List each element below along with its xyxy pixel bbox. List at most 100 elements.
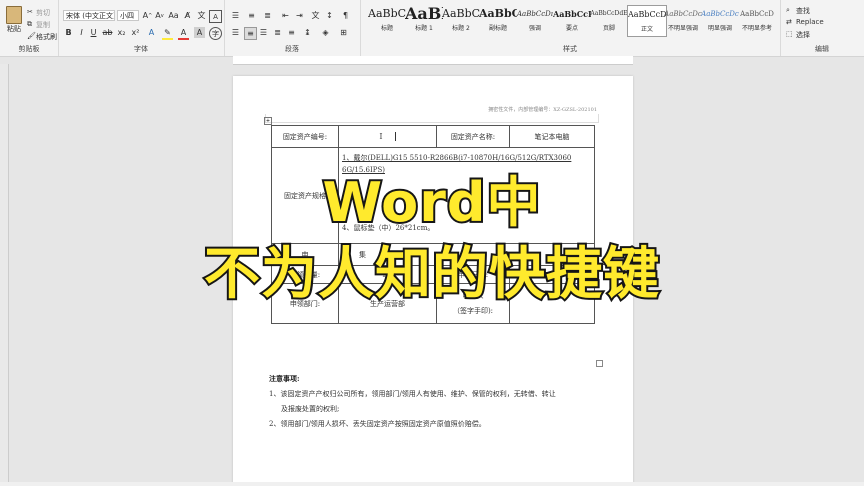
style-item[interactable]: AaBbC 标题 2 [442,5,480,35]
note-line-2: 及报废处置的权利; [281,405,340,413]
header-note: 拥密性文件，内部管理编号：XZ-GZSL-202101 [488,107,597,113]
notes-title: 注意事项: [269,374,300,383]
numbering-icon[interactable]: ≡ [246,10,257,21]
style-item[interactable]: AaBbCcD 不明显参考 [738,5,776,35]
subscript-icon[interactable]: x₂ [116,27,127,38]
format-painter-icon: 🖌 [27,32,36,40]
table-move-handle-icon[interactable]: + [264,117,272,125]
shading-icon[interactable]: ◈ [320,27,331,38]
editing-group-label: 编辑 [815,45,829,53]
grow-font-icon[interactable]: A ^ [142,10,153,21]
asset-no-label: 固定资产编号: [271,125,339,148]
show-marks-icon[interactable]: ¶ [340,10,351,21]
cut-label: 剪切 [36,9,50,17]
copy-icon: ⧉ [27,20,32,28]
align-center-icon[interactable]: ≡ [244,27,257,40]
align-left-icon[interactable]: ☰ [230,27,241,38]
spec-line-1: 1、戴尔(DELL)G15 5510-R2866B(i7-10870H/16G/… [342,154,572,162]
highlight-icon[interactable]: ✎ [162,27,173,40]
distribute-icon[interactable]: ≡ [286,27,297,38]
style-item[interactable]: AaBbC 标题 [368,5,406,35]
horizontal-ruler[interactable] [233,56,633,65]
text-effects-icon[interactable]: A [146,27,157,38]
align-right-icon[interactable]: ☰ [258,27,269,38]
copy-label: 复制 [36,21,50,29]
strikethrough-icon[interactable]: ab [102,27,113,38]
search-icon: ⌕ [786,6,790,14]
style-preview: AaBbC [442,7,480,20]
clipboard-group-label: 剪贴板 [18,45,40,53]
font-name-select[interactable]: 宋体 (中文正文) [63,10,115,21]
enclose-char-icon[interactable]: 字 [209,27,222,40]
cut-icon: ✂ [27,8,33,16]
style-name: 标题 2 [452,25,470,32]
char-shading-icon[interactable]: A [194,27,205,38]
bold-icon[interactable]: B [63,27,74,38]
underline-icon[interactable]: U [88,27,99,38]
font-size-select[interactable]: 小四 [117,10,139,21]
asset-no-cell[interactable]: I [338,125,437,148]
paragraph-group: ☰ ≡ ≣ ⇤ ⇥ 文 ↕ ¶ ☰ ≡ ☰ ≣ ≡ ↨ ◈ ⊞ 段落 [224,0,361,56]
style-item[interactable]: AaBbCcD 要点 [553,5,591,35]
line-spacing-icon[interactable]: ↨ [302,27,313,38]
font-group: 宋体 (中文正文) 小四 A ^ Av Aa A̸ 文 A B I U ab x₂… [58,0,225,56]
text-cursor-icon: I [379,131,383,141]
increase-indent-icon[interactable]: ⇥ [294,10,305,21]
asset-name-value[interactable]: 笔记本电脑 [509,125,595,148]
sort-icon[interactable]: ↕ [324,10,335,21]
note-line-3: 2、领用部门/领用人损坏、丢失固定资产按照固定资产原值照价赔偿。 [269,420,486,428]
shrink-font-icon[interactable]: Av [154,10,165,21]
style-item[interactable]: AaBbCcDc 明显强调 [701,5,739,35]
style-item[interactable]: AaBbCcDc 正文 [627,5,667,37]
note-line-1: 1、该固定资产产权归公司所有，领用部门/领用人有使用、维护、保管的权利，无转借、… [269,390,556,398]
phonetic-guide-icon[interactable]: 文 [196,10,207,21]
italic-icon[interactable]: I [76,27,87,38]
select-label: 选择 [796,31,810,39]
borders-icon[interactable]: ⊞ [338,27,349,38]
table-resize-handle-icon[interactable] [596,360,603,367]
paste-label: 粘贴 [7,25,21,33]
styles-gallery: AaBbC 标题 AaBl 标题 1 AaBbC 标题 2 AaBbC 副标题 AaBbCcDı… [360,0,780,40]
editing-group: ⌕ 查找 ⇄ Replace ⬚ 选择 编辑 [780,0,864,56]
style-name: 标题 1 [415,25,433,32]
select-icon: ⬚ [786,30,793,38]
change-case-icon[interactable]: Aa [168,10,179,21]
font-color-icon[interactable]: A [178,27,189,40]
ribbon: 粘贴 ✂ 剪切 ⧉ 复制 🖌 格式刷 剪贴板 宋体 (中文正文) 小四 A ^ A… [0,0,864,57]
style-item[interactable]: AaBbCcDc 不明显强调 [664,5,702,35]
format-painter-label: 格式刷 [36,33,57,41]
style-name: 正文 [640,26,653,33]
style-name: 强调 [528,25,541,32]
style-preview: AaBbCcDc [664,10,702,18]
superscript-icon[interactable]: x² [130,27,141,38]
decrease-indent-icon[interactable]: ⇤ [280,10,291,21]
style-item[interactable]: AaBbCcDı 强调 [516,5,554,35]
caret [394,132,396,142]
char-border-icon[interactable]: A [209,10,222,23]
style-name: 明显强调 [707,25,732,32]
style-preview: AaBbCcD [553,9,591,19]
justify-icon[interactable]: ≣ [272,27,283,38]
asset-name-label: 固定资产名称: [436,125,510,148]
style-name: 不明显参考 [741,25,772,32]
paragraph-group-label: 段落 [285,45,299,53]
style-preview: AaBbCcD [740,10,774,18]
multilevel-list-icon[interactable]: ≣ [262,10,273,21]
bullets-icon[interactable]: ☰ [230,10,241,21]
font-group-label: 字体 [134,45,148,53]
clear-format-icon[interactable]: A̸ [182,10,193,21]
paste-icon [6,6,22,24]
style-name: 副标题 [488,25,507,32]
style-item[interactable]: AaBl 标题 1 [405,5,443,35]
overlay-title-line-2: 不为人知的快捷键 [202,240,661,309]
chinese-layout-icon[interactable]: 文 [310,10,321,21]
paste-button[interactable]: 粘贴 [4,6,24,34]
style-item[interactable]: AaBbCcDdE 页脚 [590,5,628,35]
style-item[interactable]: AaBbC 副标题 [479,5,517,35]
overlay-title-line-1: Word中 [320,169,542,236]
replace-label: Replace [796,18,824,26]
style-preview: AaBbCcDdE [590,10,628,17]
header-divider [265,114,599,123]
style-name: 页脚 [602,25,615,32]
style-name: 不明显强调 [667,25,698,32]
